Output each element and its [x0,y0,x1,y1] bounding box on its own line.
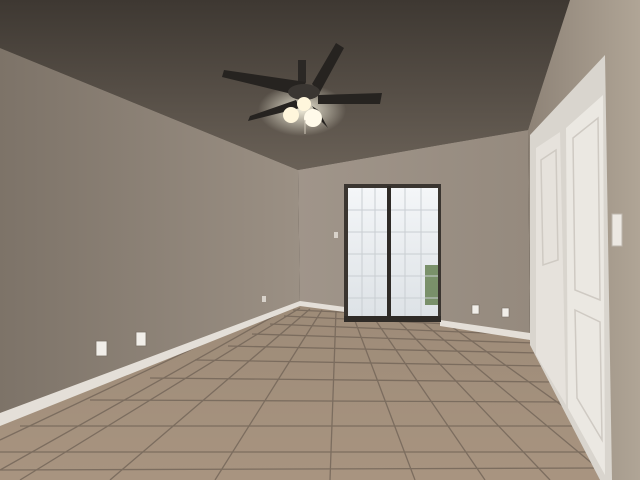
outlet-back-2 [501,307,510,318]
outlet-back-1 [471,304,480,315]
fan-light [283,107,299,123]
room-illustration [0,0,640,480]
thermostat-plate [334,232,338,238]
outlet-left-1 [95,340,108,357]
fan-light [304,109,322,127]
outlet-small [262,296,266,302]
room-photo [0,0,640,480]
sliding-glass-door [344,184,441,322]
light-switch [611,213,623,247]
fan-light [297,97,311,111]
outlet-left-2 [135,331,147,347]
